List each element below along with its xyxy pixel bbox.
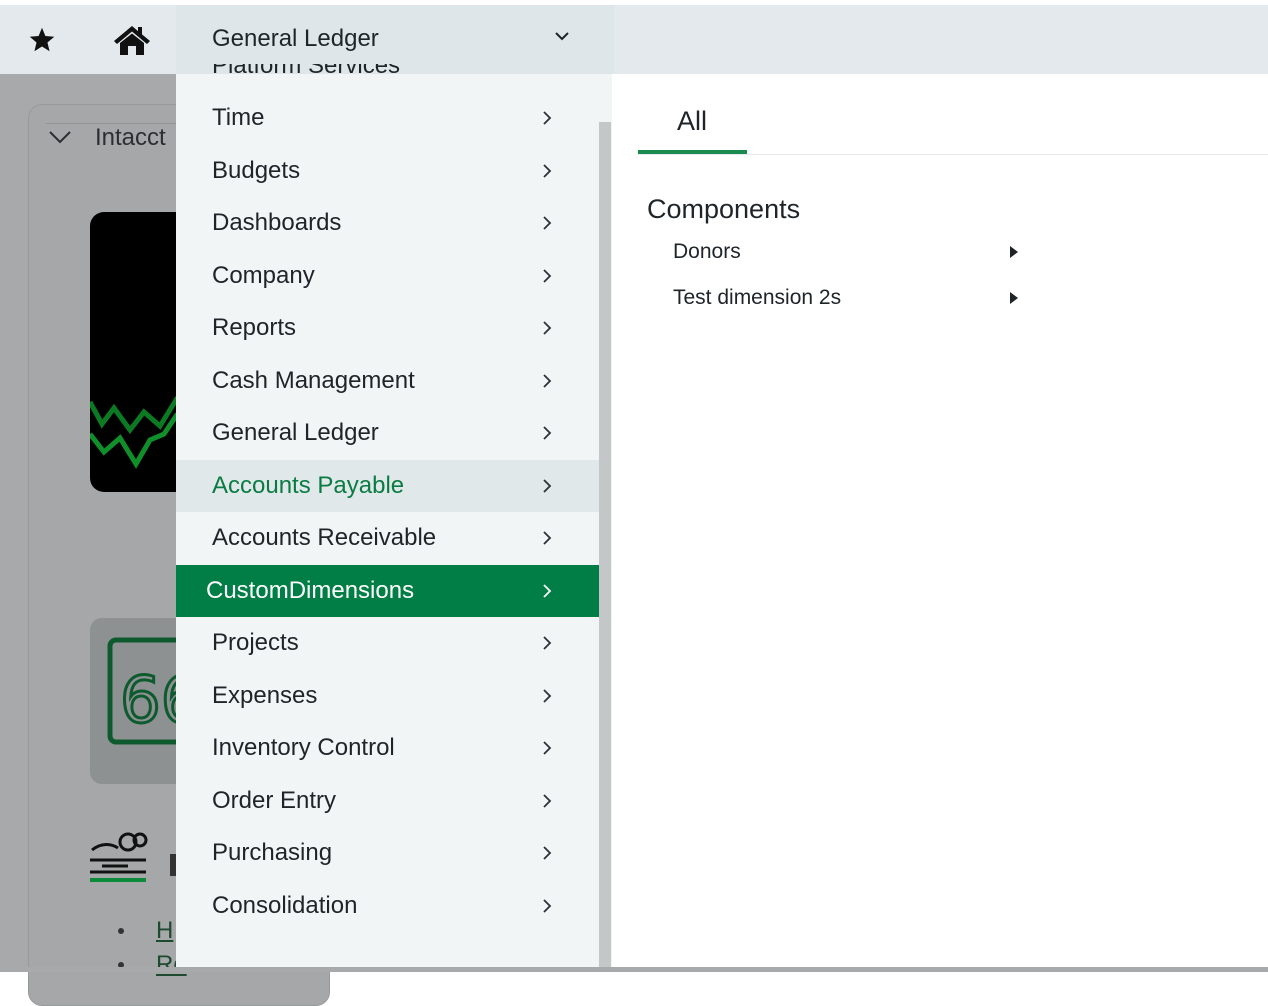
tab-divider bbox=[638, 154, 1268, 155]
caret-right-icon bbox=[1010, 246, 1018, 258]
collapse-chevron-icon bbox=[48, 130, 72, 144]
chevron-right-icon bbox=[542, 635, 552, 651]
menu-item-label: Budgets bbox=[212, 156, 301, 184]
menu-item-label: Dashboards bbox=[212, 209, 342, 237]
chevron-right-icon bbox=[542, 688, 552, 704]
top-navigation-bar: General Ledger bbox=[0, 0, 1268, 74]
favorites-button[interactable] bbox=[2, 5, 82, 74]
menu-item-label: Consolidation bbox=[212, 891, 358, 919]
menu-item-label: Order Entry bbox=[212, 786, 337, 814]
chevron-right-icon bbox=[542, 163, 552, 179]
menu-item-label: Accounts Receivable bbox=[212, 524, 437, 552]
menu-item-customdimensions[interactable]: CustomDimensions bbox=[176, 564, 599, 617]
menu-item-label: Purchasing bbox=[212, 839, 333, 867]
section-title: Components bbox=[647, 194, 801, 224]
menu-item-label: Inventory Control bbox=[212, 734, 395, 762]
chevron-right-icon bbox=[542, 793, 552, 809]
bullet bbox=[118, 928, 124, 934]
chevron-right-icon bbox=[542, 845, 552, 861]
component-item-donors[interactable]: Donors bbox=[673, 234, 1018, 270]
menu-item-expenses[interactable]: Expenses bbox=[176, 670, 599, 723]
background-payment-icon bbox=[88, 826, 150, 886]
menu-item-label: Time bbox=[212, 104, 265, 132]
star-icon bbox=[28, 26, 56, 54]
menu-item-consolidation[interactable]: Consolidation bbox=[176, 880, 599, 933]
menu-item-general-ledger[interactable]: General Ledger bbox=[176, 407, 599, 460]
menu-item-purchasing[interactable]: Purchasing bbox=[176, 827, 599, 880]
menu-item-label: General Ledger bbox=[212, 419, 379, 447]
caret-right-icon bbox=[1010, 292, 1018, 304]
chevron-right-icon bbox=[542, 425, 552, 441]
background-tile: 66 bbox=[90, 618, 190, 784]
submenu-content-panel: All Components Donors Test dimension 2s bbox=[612, 74, 1268, 967]
chevron-right-icon bbox=[542, 373, 552, 389]
menu-item-accounts-payable[interactable]: Accounts Payable bbox=[176, 459, 599, 512]
menu-item-label: CustomDimensions bbox=[206, 576, 415, 604]
chevron-right-icon bbox=[542, 215, 552, 231]
tab-all[interactable]: All bbox=[638, 102, 747, 154]
menu-item-label: Projects bbox=[212, 629, 299, 657]
menu-item-reports[interactable]: Reports bbox=[176, 302, 599, 355]
component-item-label: Donors bbox=[673, 240, 741, 263]
menu-item-order-entry[interactable]: Order Entry bbox=[176, 775, 599, 828]
menu-item-budgets[interactable]: Budgets bbox=[176, 145, 599, 198]
background-link: H bbox=[156, 917, 174, 944]
chevron-down-icon bbox=[554, 31, 570, 41]
tab-all-label: All bbox=[677, 106, 708, 136]
menu-item-dashboards[interactable]: Dashboards bbox=[176, 197, 599, 250]
chevron-right-icon bbox=[542, 268, 552, 284]
module-menu-panel: Platform Services Time Budgets Dashboards C… bbox=[176, 64, 612, 967]
menu-item-partial[interactable]: Platform Services bbox=[212, 64, 432, 78]
chevron-right-icon bbox=[542, 583, 552, 599]
chevron-right-icon bbox=[542, 740, 552, 756]
chevron-right-icon bbox=[542, 530, 552, 546]
menu-item-label: Reports bbox=[212, 314, 297, 342]
home-button[interactable] bbox=[92, 5, 172, 74]
menu-item-accounts-receivable[interactable]: Accounts Receivable bbox=[176, 512, 599, 565]
component-item-test-dimension-2s[interactable]: Test dimension 2s bbox=[673, 280, 1018, 316]
menu-item-inventory-control[interactable]: Inventory Control bbox=[176, 722, 599, 775]
menu-item-label: Company bbox=[212, 261, 315, 289]
menu-item-cash-management[interactable]: Cash Management bbox=[176, 355, 599, 408]
background-page-edge bbox=[0, 967, 1268, 972]
module-menu-list: Time Budgets Dashboards Company Reports Cash … bbox=[176, 92, 599, 932]
chevron-right-icon bbox=[542, 478, 552, 494]
menu-item-label: Accounts Payable bbox=[212, 471, 405, 499]
menu-item-label: Expenses bbox=[212, 681, 318, 709]
component-item-label: Test dimension 2s bbox=[673, 286, 842, 309]
home-icon bbox=[113, 24, 151, 56]
menu-item-time[interactable]: Time bbox=[176, 92, 599, 145]
menu-item-company[interactable]: Company bbox=[176, 250, 599, 303]
background-chart-image bbox=[90, 212, 190, 492]
chevron-right-icon bbox=[542, 320, 552, 336]
menu-scrollbar[interactable] bbox=[599, 122, 611, 967]
chevron-right-icon bbox=[542, 110, 552, 126]
menu-item-projects[interactable]: Projects bbox=[176, 617, 599, 670]
menu-item-label: Cash Management bbox=[212, 366, 415, 394]
chevron-right-icon bbox=[542, 898, 552, 914]
background-card-title: Intacct bbox=[95, 124, 166, 151]
module-selector-label: General Ledger bbox=[212, 25, 379, 52]
